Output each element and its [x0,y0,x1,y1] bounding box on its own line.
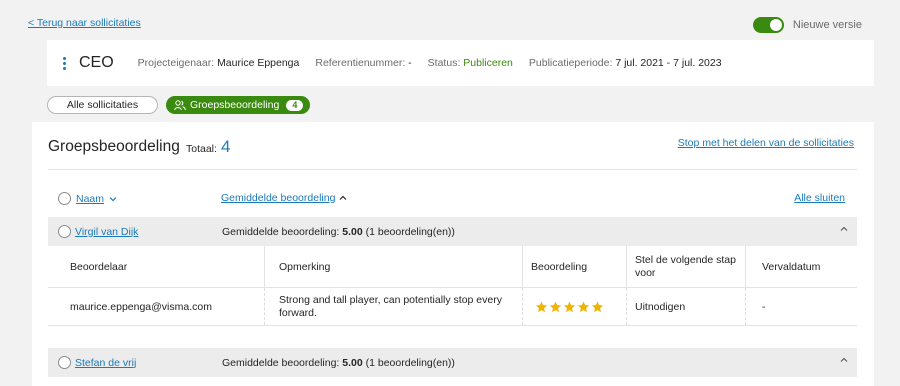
back-to-applications-link[interactable]: < Terug naar sollicitaties [28,17,141,29]
candidate-checkbox[interactable] [58,356,71,369]
star-icon [563,301,576,312]
group-users-icon [174,99,186,110]
star-icon [549,301,562,312]
tab-group-review[interactable]: Groepsbeoordeling 4 [166,96,311,114]
candidate-row[interactable]: Virgil van Dijk Gemiddelde beoordeling: … [48,217,857,246]
toggle-knob [769,19,782,31]
candidate-checkbox[interactable] [58,225,71,238]
status-badge: Publiceren [463,57,513,69]
select-all-checkbox[interactable] [58,192,71,205]
candidate-average-rating: Gemiddelde beoordeling: 5.00 (1 beoordel… [222,356,455,369]
project-header: CEO Projecteigenaar: Maurice Eppenga Ref… [47,40,874,86]
chevron-up-icon [339,195,347,200]
chevron-down-icon [109,196,117,201]
new-version-toggle-wrap: Nieuwe versie [752,17,862,33]
total-count: Totaal: 4 [186,137,231,156]
col-reviewer: Beoordelaar [70,260,128,273]
reference-meta: Referentienummer: - [315,57,412,69]
candidate-average-rating: Gemiddelde beoordeling: 5.00 (1 beoordel… [222,225,455,238]
tab-group-review-label: Groepsbeoordeling [190,99,280,111]
tab-all-applications[interactable]: Alle sollicitaties [47,96,158,114]
sort-by-name[interactable]: Naam [76,193,104,205]
owner-value: Maurice Eppenga [217,57,300,69]
group-review-count-badge: 4 [286,99,304,111]
close-all-link[interactable]: Alle sluiten [794,192,845,204]
candidate-name-link[interactable]: Virgil van Dijk [75,226,138,238]
table-row: maurice.eppenga@visma.com Strong and tal… [48,288,857,326]
page-title: CEO [79,54,114,71]
reference-value: - [408,57,412,69]
chevron-up-icon[interactable] [840,357,848,363]
status-meta: Status: Publiceren [427,57,513,69]
candidate-row[interactable]: Stefan de vrij Gemiddelde beoordeling: 5… [48,348,857,377]
review-table: Beoordelaar Opmerking Beoordeling Stel d… [48,246,857,326]
candidate-name-link[interactable]: Stefan de vrij [75,357,136,369]
rating-cell [522,288,626,325]
col-next-step: Stel de volgende stap voor [626,246,745,287]
owner-meta: Projecteigenaar: Maurice Eppenga [137,57,300,69]
group-review-panel: Groepsbeoordeling Totaal: 4 Stop met het… [32,122,874,386]
more-options-icon[interactable] [55,56,73,70]
reviewer-email: maurice.eppenga@visma.com [70,300,212,313]
sort-bar: Naam Gemiddelde beoordeling Alle sluiten [58,192,845,206]
period-value: 7 jul. 2021 - 7 jul. 2023 [615,57,722,69]
stop-sharing-link[interactable]: Stop met het delen van de sollicitaties [678,137,854,149]
col-comment: Opmerking [264,246,522,287]
new-version-toggle[interactable] [752,17,784,33]
col-expiry: Vervaldatum [745,246,857,287]
next-step-value: Uitnodigen [626,288,745,325]
review-comment: Strong and tall player, can potentially … [264,288,522,325]
col-rating: Beoordeling [522,246,626,287]
divider [48,169,858,170]
sort-by-average-rating[interactable]: Gemiddelde beoordeling [221,192,335,204]
chevron-up-icon[interactable] [840,226,848,232]
section-title: Groepsbeoordeling [48,138,180,155]
star-icon [577,301,590,312]
expiry-value: - [745,288,857,325]
star-icon [535,301,548,312]
star-rating [535,301,604,313]
application-tabs: Alle sollicitaties Groepsbeoordeling 4 [47,96,311,114]
total-count-value: 4 [220,137,231,156]
review-table-header: Beoordelaar Opmerking Beoordeling Stel d… [48,246,857,288]
star-icon [591,301,604,312]
period-meta: Publicatieperiode: 7 jul. 2021 - 7 jul. … [528,57,722,69]
new-version-label: Nieuwe versie [792,19,862,31]
